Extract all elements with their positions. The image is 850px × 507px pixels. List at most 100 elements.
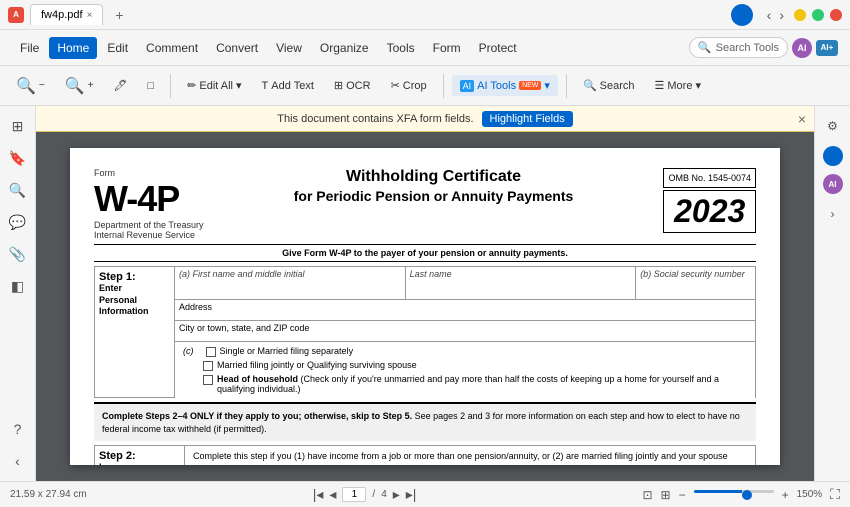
sidebar-help-icon[interactable]: ? [6,417,30,441]
active-tab[interactable]: fw4p.pdf × [30,4,103,25]
add-text-button[interactable]: T Add Text [254,76,322,96]
menu-tools[interactable]: Tools [379,37,423,59]
total-pages: 4 [381,489,387,500]
checkbox-head-household[interactable] [203,375,213,385]
edit-icon: ✏ [187,79,196,92]
highlight-tool-button[interactable]: 🖊 [106,75,136,96]
nav-forward-btn[interactable]: › [779,7,784,23]
step2-name: Income From a Job and/or Multiple Pensio… [99,462,180,465]
menu-comment[interactable]: Comment [138,37,206,59]
zoom-out-button[interactable]: 🔍− [8,72,53,100]
ai-tools-icon: AI [460,80,475,92]
user-avatar [731,4,753,26]
maximize-button[interactable] [812,9,824,21]
menu-view[interactable]: View [268,37,310,59]
first-name-cell: (a) First name and middle initial [175,267,406,299]
close-button[interactable] [830,9,842,21]
fit-width-icon[interactable]: ⊞ [661,488,671,502]
search-btn-icon: 🔍 [583,79,597,92]
sidebar-thumbnail-icon[interactable]: ⊞ [6,114,30,138]
right-user-avatar[interactable] [823,146,843,166]
notification-text: This document contains XFA form fields. [277,113,473,125]
checkbox-row-2: Married filing jointly or Qualifying sur… [203,360,747,371]
form-title-line1: Withholding Certificate [204,168,664,186]
new-tab-button[interactable]: + [109,5,129,25]
ai-badge2[interactable]: AI+ [816,40,838,56]
year-box: 2023 [663,190,756,233]
zoom-out-status-btn[interactable]: − [679,488,686,502]
step1-fields: (a) First name and middle initial Last n… [174,266,756,398]
option1-label: Single or Married filing separately [220,346,354,356]
sidebar-search-icon[interactable]: 🔍 [6,178,30,202]
page-number-input[interactable] [342,487,366,502]
address-row: Address [174,299,756,320]
minimize-button[interactable] [794,9,806,21]
ocr-button[interactable]: ⊞ OCR [326,75,379,96]
nav-back-btn[interactable]: ‹ [767,7,772,23]
main-layout: ⊞ 🔖 🔍 💬 📎 ◧ ? ‹ This document contains X… [0,106,850,481]
first-name-field[interactable] [179,279,401,293]
right-nav-icon[interactable]: › [821,202,845,226]
notification-close-button[interactable]: × [798,111,806,127]
menu-protect[interactable]: Protect [471,37,525,59]
more-button[interactable]: ☰ More ▾ [647,75,709,96]
step2-number: Step 2: [99,450,180,462]
sidebar-expand-icon[interactable]: ‹ [6,449,30,473]
ai-badge[interactable]: AI [792,38,812,58]
shape-tool-button[interactable]: □ [140,76,163,96]
step1-section: Step 1: Enter Personal Information (a) F… [94,266,756,398]
sidebar-bookmark-icon[interactable]: 🔖 [6,146,30,170]
w4p-title-block: Form W-4P [94,168,204,220]
fullscreen-btn[interactable]: ⛶ [830,486,840,503]
pdf-viewport[interactable]: Form W-4P Department of the Treasury Int… [36,132,814,481]
highlight-fields-button[interactable]: Highlight Fields [482,111,573,127]
right-settings-icon[interactable]: ⚙ [821,114,845,138]
menu-convert[interactable]: Convert [208,37,266,59]
city-cell[interactable]: City or town, state, and ZIP code [175,321,755,341]
ai-tools-button[interactable]: AI AI Tools NEW ▾ [452,75,558,96]
status-right: ⊡ ⊞ − + 150% ⛶ [642,486,840,503]
edit-all-button[interactable]: ✏ Edit All ▾ [179,75,249,96]
form-title-line2: for Periodic Pension or Annuity Payments [204,188,664,204]
ssn-field[interactable] [640,279,751,293]
form-subtitle: Give Form W-4P to the payer of your pens… [94,244,756,262]
zoom-slider-container[interactable] [694,490,774,500]
next-page-btn[interactable]: ▸ [393,486,400,503]
right-ai-badge[interactable]: AI [823,174,843,194]
page-dimensions: 21.59 x 27.94 cm [10,489,87,500]
menu-file[interactable]: File [12,37,47,59]
search-button[interactable]: 🔍 Search [575,75,643,96]
crop-button[interactable]: ✂ Crop [383,75,435,96]
checkbox-row: (c) Single or Married filing separately … [174,341,756,398]
menu-home[interactable]: Home [49,37,97,59]
ssn-cell: (b) Social security number [636,267,755,299]
sidebar-comment-icon[interactable]: 💬 [6,210,30,234]
zoom-in-button[interactable]: 🔍+ [57,72,102,100]
menu-edit[interactable]: Edit [99,37,136,59]
prev-page-btn[interactable]: ◂ [329,486,336,503]
sidebar-attach-icon[interactable]: 📎 [6,242,30,266]
city-row: City or town, state, and ZIP code [174,320,756,341]
step2-content: Complete this step if you (1) have incom… [184,445,756,465]
content-area: This document contains XFA form fields. … [36,106,814,481]
menu-form[interactable]: Form [425,37,469,59]
sidebar-layer-icon[interactable]: ◧ [6,274,30,298]
ai-tools-label: AI Tools [477,80,516,92]
last-page-btn[interactable]: ▸| [406,486,417,503]
zoom-in-status-btn[interactable]: + [782,488,789,502]
checkbox-single[interactable] [206,347,216,357]
last-name-field[interactable] [410,279,632,293]
menu-organize[interactable]: Organize [312,37,377,59]
search-tools-box[interactable]: 🔍 Search Tools [689,37,788,58]
fit-page-icon[interactable]: ⊡ [642,488,652,502]
title-bar-controls: ‹ › [731,4,842,26]
more-label: More [667,80,692,92]
checkbox-married-jointly[interactable] [203,361,213,371]
complete-notice: Complete Steps 2–4 ONLY if they apply to… [94,402,756,441]
first-page-btn[interactable]: |◂ [313,486,324,503]
address-cell[interactable]: Address [175,300,755,320]
ai-dropdown-icon: ▾ [544,79,550,92]
right-sidebar: ⚙ AI › [814,106,850,481]
tab-close-button[interactable]: × [87,10,93,21]
step1-name: Enter Personal Information [99,283,170,318]
